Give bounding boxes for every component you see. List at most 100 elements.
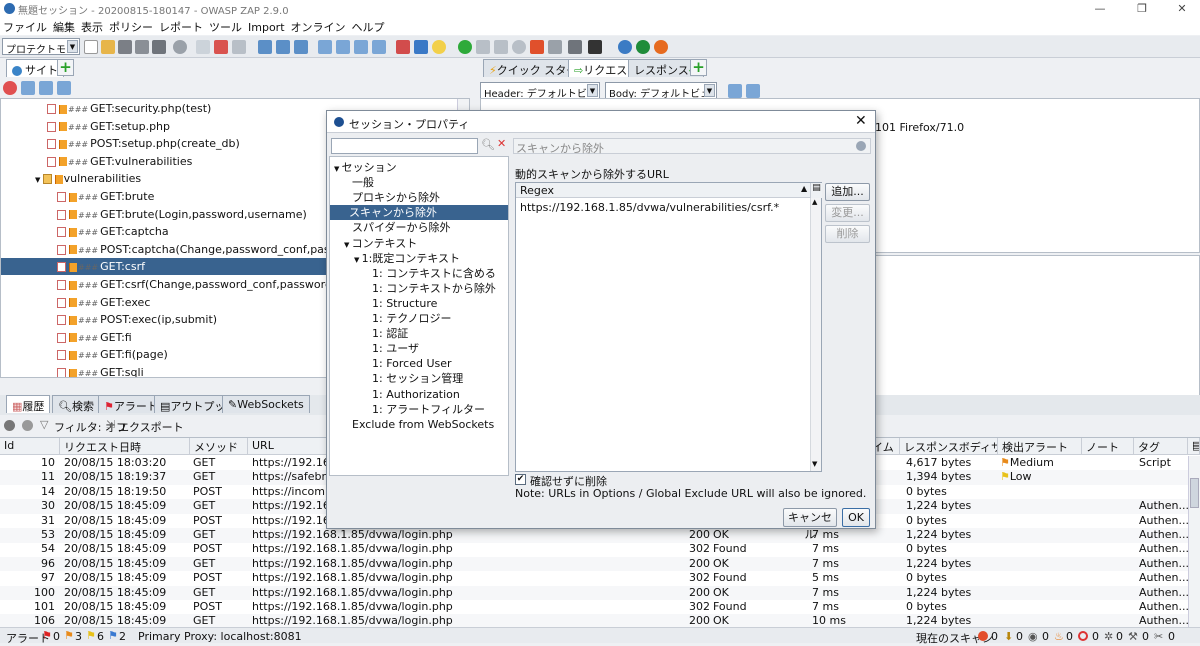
- table-row[interactable]: 96 20/08/15 18:45:09 GET https://192.168.1.…: [0, 556, 1189, 572]
- options-tree-node[interactable]: 1: ユーザ: [372, 341, 419, 356]
- break-clear-icon[interactable]: [530, 40, 544, 54]
- menu-policy[interactable]: ポリシー: [106, 17, 156, 37]
- col-date[interactable]: リクエスト日時: [60, 438, 190, 455]
- tree-node[interactable]: ### POST:exec(ip,submit): [57, 311, 217, 328]
- tree-search-input[interactable]: [331, 138, 478, 154]
- menu-edit[interactable]: 編集: [50, 17, 78, 37]
- clear-search-icon[interactable]: ✕: [497, 137, 506, 150]
- snapshot-icon[interactable]: [135, 40, 149, 54]
- open-session-icon[interactable]: [101, 40, 115, 54]
- menu-view[interactable]: 表示: [78, 17, 106, 37]
- tree-node[interactable]: ### GET:security.php(test): [47, 100, 211, 117]
- add-ons-icon[interactable]: [396, 40, 410, 54]
- dialog-close-icon[interactable]: ✕: [855, 113, 867, 129]
- close-icon[interactable]: ✕: [1162, 0, 1200, 17]
- help-icon[interactable]: [856, 141, 866, 151]
- add-right-tab-button[interactable]: +: [690, 59, 707, 76]
- column-picker-icon[interactable]: ▤: [810, 183, 822, 198]
- view-3-icon[interactable]: [354, 40, 368, 54]
- vertical-scrollbar[interactable]: [1188, 456, 1200, 628]
- add-button[interactable]: 追加...: [825, 183, 870, 201]
- col-id[interactable]: Id: [0, 438, 60, 455]
- firefox-icon[interactable]: [654, 40, 668, 54]
- tree-node[interactable]: ### POST:setup.php(create_db): [47, 135, 240, 152]
- expand-icon[interactable]: ▼: [334, 165, 342, 173]
- scroll-up-icon[interactable]: ▲: [812, 198, 817, 206]
- options-tree-node[interactable]: 1: コンテキストに含める: [372, 266, 496, 281]
- tab-sites[interactable]: サイト: [6, 59, 64, 77]
- header-view-select[interactable]: Header: デフォルトビュー▼: [480, 82, 600, 115]
- options-tree-node[interactable]: Exclude from WebSockets: [352, 417, 494, 432]
- delete-button[interactable]: 削除: [825, 225, 870, 243]
- options-icon[interactable]: [173, 40, 187, 54]
- column-picker-icon[interactable]: ▤: [1188, 438, 1200, 455]
- import-context-icon[interactable]: [39, 81, 53, 95]
- regex-scrollbar[interactable]: ▲ ▼: [810, 198, 821, 471]
- cancel-button[interactable]: キャンセル: [783, 508, 837, 541]
- table-row[interactable]: 100 20/08/15 18:45:09 GET https://192.168.1…: [0, 585, 1189, 601]
- hint-icon[interactable]: [432, 40, 446, 54]
- options-tree-node[interactable]: 1: Forced User: [372, 356, 452, 371]
- new-context-icon[interactable]: [21, 81, 35, 95]
- export-context-icon[interactable]: [57, 81, 71, 95]
- tree-node[interactable]: ### GET:fi: [57, 329, 132, 346]
- menu-file[interactable]: ファイル: [0, 17, 50, 37]
- tree-node[interactable]: ### GET:fi(page): [57, 346, 168, 363]
- tab-layout-icon[interactable]: [196, 40, 210, 54]
- add-tab-button[interactable]: +: [57, 59, 74, 76]
- menu-help[interactable]: ヘルプ: [349, 17, 388, 37]
- options-tree-node[interactable]: 1: テクノロジー: [372, 311, 452, 326]
- ok-button[interactable]: OK: [842, 508, 870, 527]
- table-row[interactable]: 101 20/08/15 18:45:09 POST https://192.168.…: [0, 600, 1189, 615]
- scrollbar-thumb[interactable]: [1190, 478, 1199, 508]
- options-tree-node[interactable]: ▼ セッション: [334, 160, 397, 175]
- maximize-icon[interactable]: ❐: [1122, 0, 1162, 17]
- scroll-lock-icon[interactable]: [4, 420, 15, 431]
- options-tree-node[interactable]: 1: Authorization: [372, 387, 460, 402]
- continue-icon[interactable]: [494, 40, 508, 54]
- options-tree-node[interactable]: プロキシから除外: [352, 190, 440, 205]
- split-vertical-icon[interactable]: [746, 84, 760, 98]
- hud-icon[interactable]: [636, 40, 650, 54]
- session-properties-icon[interactable]: [152, 40, 166, 54]
- tree-node[interactable]: ### GET:sqli: [57, 364, 144, 377]
- options-tree-node[interactable]: 1: 認証: [372, 326, 408, 341]
- options-tree-node[interactable]: スパイダーから除外: [352, 220, 451, 235]
- tree-node[interactable]: ### GET:csrf(Change,password_conf,passwor…: [57, 276, 360, 293]
- tree-node[interactable]: ### GET:brute(Login,password,username): [57, 206, 307, 223]
- options-tree-node[interactable]: 一般: [352, 175, 374, 190]
- confirm-delete-checkbox[interactable]: ✔: [515, 474, 526, 485]
- regex-column-header[interactable]: Regex ▲: [516, 183, 810, 198]
- tree-node[interactable]: ▼ vulnerabilities: [35, 170, 141, 187]
- options-tree-node[interactable]: 1: コンテキストから除外: [372, 281, 496, 296]
- tree-node[interactable]: ### GET:exec: [57, 294, 150, 311]
- new-session-icon[interactable]: [84, 40, 98, 54]
- tab-search[interactable]: 🔍︎検索: [52, 395, 100, 413]
- search-icon[interactable]: 🔍︎: [481, 138, 495, 151]
- scan-policy-icon[interactable]: [414, 40, 428, 54]
- tree-node[interactable]: ### GET:vulnerabilities: [47, 153, 192, 170]
- options-tree-node[interactable]: スキャンから除外: [330, 205, 508, 221]
- view-1-icon[interactable]: [318, 40, 332, 54]
- tab-pin-icon[interactable]: [232, 40, 246, 54]
- tree-node[interactable]: ### GET:setup.php: [47, 118, 170, 135]
- split-horizontal-icon[interactable]: [728, 84, 742, 98]
- col-alerts[interactable]: 検出アラート: [998, 438, 1082, 455]
- encoder-icon[interactable]: [548, 40, 562, 54]
- clear-icon[interactable]: [22, 420, 33, 431]
- drop-icon[interactable]: [512, 40, 526, 54]
- help-icon[interactable]: [618, 40, 632, 54]
- layout-3-icon[interactable]: [294, 40, 308, 54]
- tab-history[interactable]: ▦履歴: [6, 395, 51, 413]
- mode-select[interactable]: プロテクトモード▼: [2, 38, 80, 71]
- regex-entry[interactable]: https://192.168.1.85/dvwa/vulnerabilitie…: [520, 201, 779, 214]
- expand-icon[interactable]: ▼: [344, 241, 352, 249]
- menu-online[interactable]: オンライン: [288, 17, 349, 37]
- expand-icon[interactable]: ▼: [35, 176, 43, 184]
- options-tree-node[interactable]: ▼ コンテキスト: [344, 236, 417, 251]
- col-size[interactable]: レスポンスボディサイズ: [900, 438, 998, 455]
- tree-node[interactable]: ### POST:captcha(Change,password_conf,pas…: [57, 241, 362, 258]
- table-row[interactable]: 54 20/08/15 18:45:09 POST https://192.168.1…: [0, 542, 1189, 557]
- col-method[interactable]: メソッド: [190, 438, 248, 455]
- layout-2-icon[interactable]: [276, 40, 290, 54]
